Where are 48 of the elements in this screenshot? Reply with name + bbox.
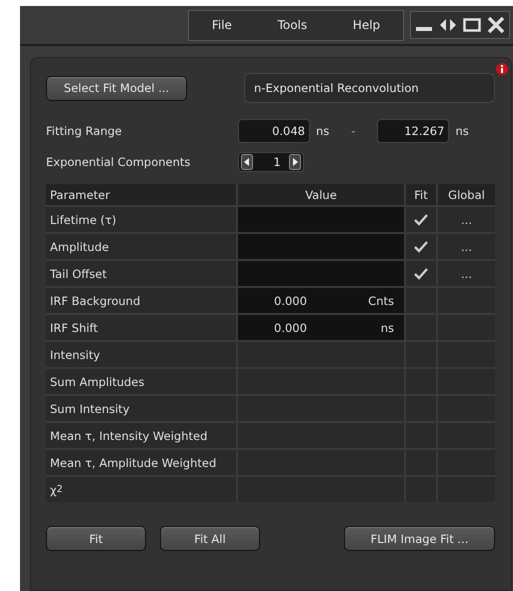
value-field[interactable]	[238, 234, 404, 259]
model-field: n-Exponential Reconvolution	[244, 73, 495, 103]
input-field[interactable]: 12.267	[377, 119, 450, 143]
unit-label: ns	[316, 124, 330, 138]
unit-label: ns	[455, 124, 469, 138]
input-field[interactable]: 0.048	[238, 119, 310, 143]
global-button[interactable]: ...	[438, 234, 495, 259]
action-button[interactable]: Fit All	[160, 526, 260, 551]
table-cell: Sum Intensity	[46, 396, 236, 421]
select-fit-model-button[interactable]: Select Fit Model ...	[46, 76, 187, 100]
check-icon	[414, 240, 428, 252]
column-header: Global	[438, 184, 495, 205]
table-cell: IRF Shift	[46, 315, 236, 340]
check-icon	[414, 268, 428, 280]
table-cell: IRF Background	[46, 288, 236, 313]
menu-item[interactable]: File	[212, 18, 232, 32]
column-header: Fit	[406, 184, 436, 205]
table-cell: Tail Offset	[46, 261, 236, 286]
table-cell: Amplitude	[46, 234, 236, 259]
field-label: Fitting Range	[46, 124, 123, 138]
fit-checkbox[interactable]	[406, 234, 436, 259]
menu-item[interactable]: Tools	[278, 18, 308, 32]
info-icon	[496, 63, 508, 75]
table-cell: Sum Amplitudes	[46, 369, 236, 394]
table-cell: Mean τ, Amplitude Weighted	[46, 450, 236, 475]
table-cell: Lifetime (τ)	[46, 207, 236, 232]
value-field[interactable]: 0.000 ns	[238, 315, 404, 340]
value-field[interactable]	[238, 261, 404, 286]
close-icon[interactable]	[486, 16, 506, 34]
global-button[interactable]: ...	[438, 261, 495, 286]
table-cell: Intensity	[46, 342, 236, 367]
fit-checkbox[interactable]	[406, 207, 436, 232]
maximize-icon[interactable]	[462, 16, 482, 34]
column-header: Parameter	[46, 184, 236, 205]
menu-item[interactable]: Help	[352, 18, 380, 32]
check-icon	[414, 214, 428, 226]
range-separator: -	[351, 124, 356, 138]
spinner-field[interactable]: 1	[238, 152, 304, 172]
column-header: Value	[238, 184, 404, 205]
action-button[interactable]: FLIM Image Fit ...	[344, 526, 495, 551]
field-label: Exponential Components	[46, 155, 192, 169]
value-field[interactable]	[238, 207, 404, 232]
global-button[interactable]: ...	[438, 207, 495, 232]
left-right-arrows-icon[interactable]	[438, 16, 458, 34]
value-field[interactable]: 0.000 Cnts	[238, 288, 404, 313]
action-button[interactable]: Fit	[46, 526, 146, 551]
fit-checkbox[interactable]	[406, 261, 436, 286]
table-cell: Mean τ, Intensity Weighted	[46, 423, 236, 448]
